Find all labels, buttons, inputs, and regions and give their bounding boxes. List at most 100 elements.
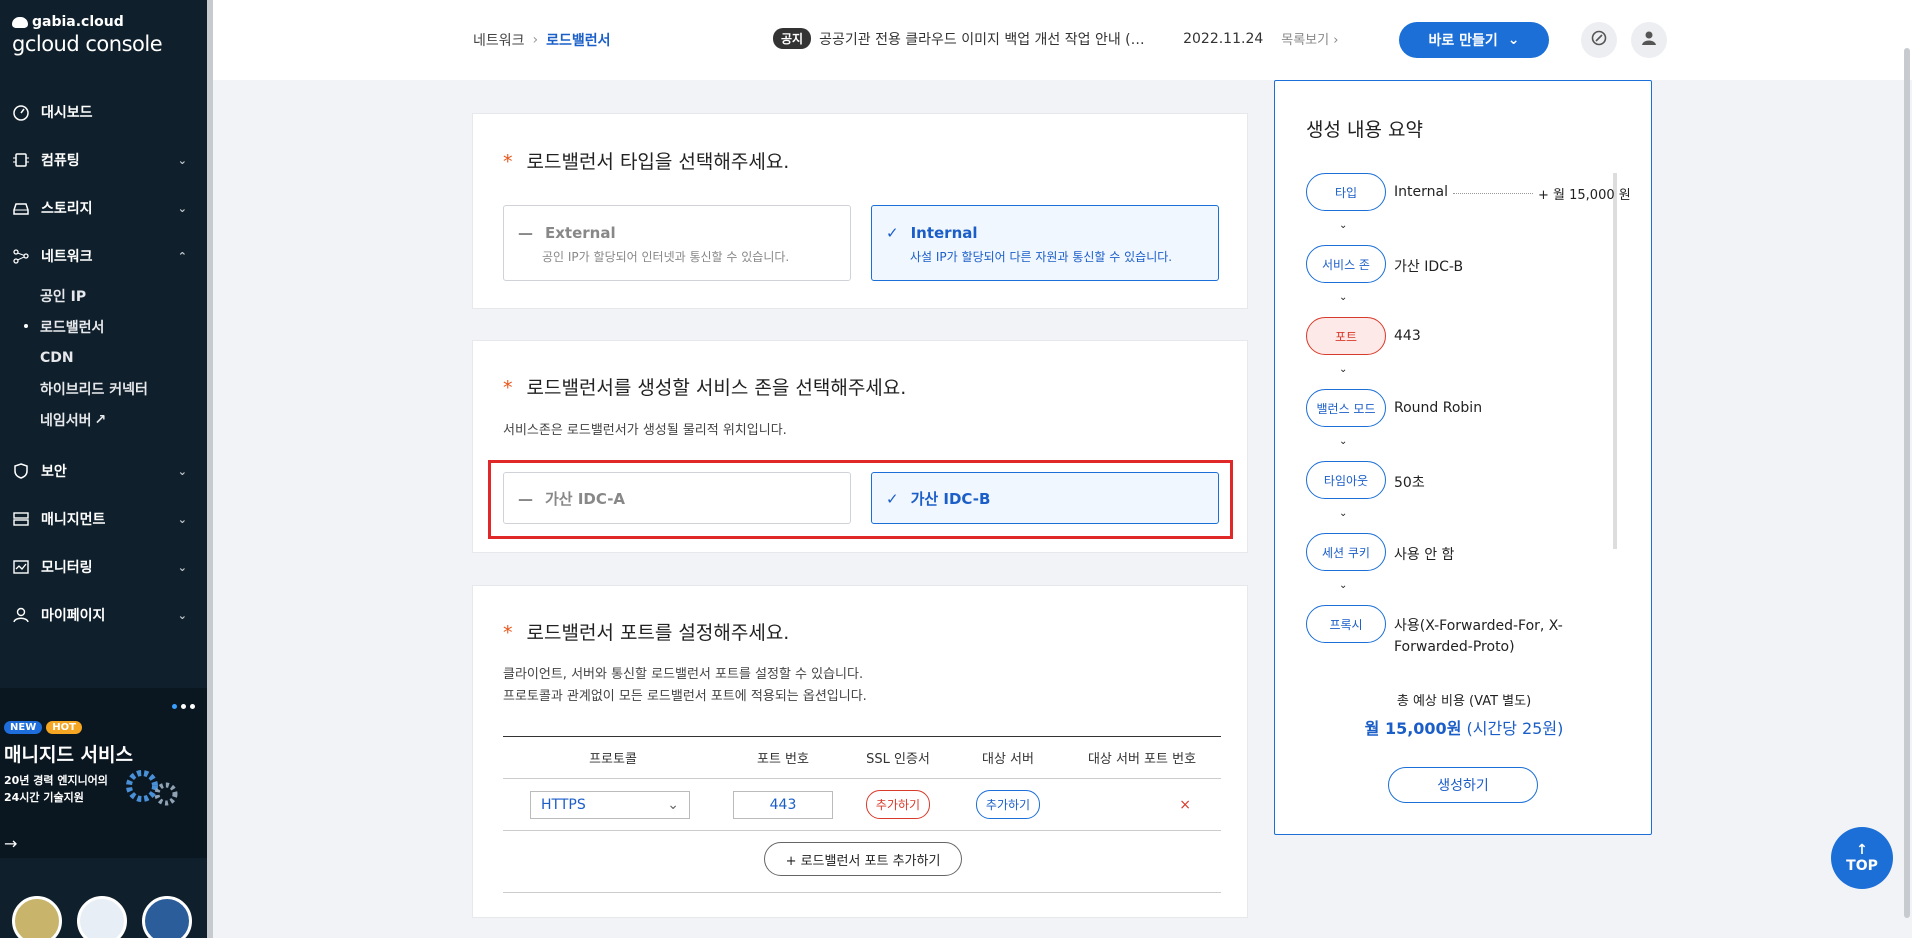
- profile-button[interactable]: [1631, 22, 1667, 58]
- dotted-leader: [1453, 193, 1533, 194]
- external-link-icon: ↗: [94, 411, 107, 428]
- option-desc: 사설 IP가 할당되어 다른 자원과 통신할 수 있습니다.: [910, 250, 1173, 264]
- sidebar-item-monitoring[interactable]: 모니터링 ⌄: [0, 543, 207, 591]
- sidebar-subitem-loadbalancer[interactable]: 로드밸런서: [24, 311, 207, 342]
- create-button[interactable]: 생성하기: [1388, 767, 1538, 803]
- sidebar-item-label: 마이페이지: [41, 608, 106, 624]
- sidebar-item-label: 대시보드: [41, 105, 93, 121]
- user-icon: [1640, 29, 1658, 51]
- sidebar-item-security[interactable]: 보안 ⌄: [0, 447, 207, 495]
- protocol-select[interactable]: HTTPS ⌄: [530, 790, 690, 819]
- column-header: 프로토콜: [503, 736, 723, 779]
- sidebar-item-network[interactable]: 네트워크 ⌃: [0, 232, 207, 280]
- page-scrollbar[interactable]: [1904, 48, 1910, 918]
- type-title-text: 로드밸런서 타입을 선택해주세요.: [526, 151, 790, 173]
- chevron-down-icon: ⌄: [177, 464, 187, 478]
- quick-create-button[interactable]: 바로 만들기 ⌄: [1399, 22, 1549, 58]
- sidebar-item-storage[interactable]: 스토리지 ⌄: [0, 184, 207, 232]
- step-value: 가산 IDC-B: [1394, 259, 1464, 275]
- sidebar-item-label: 모니터링: [41, 560, 93, 576]
- step-pill: 세션 쿠키: [1306, 533, 1386, 571]
- summary-step-proxy: 프록시 사용(X-Forwarded-For, X-Forwarded-Prot…: [1306, 605, 1626, 677]
- sidebar-item-computing[interactable]: 컴퓨팅 ⌄: [0, 136, 207, 184]
- chat-button[interactable]: [1581, 22, 1617, 58]
- sidebar-subitem-nameserver[interactable]: 네임서버 ↗: [40, 404, 207, 435]
- step-pill: 프록시: [1306, 605, 1386, 643]
- column-header: 포트 번호: [723, 736, 843, 779]
- sidebar-item-dashboard[interactable]: 대시보드: [0, 88, 207, 136]
- summary-step-timeout: 타임아웃 50초 ⌄: [1306, 461, 1626, 533]
- notice-more-link[interactable]: 목록보기 ›: [1281, 29, 1338, 48]
- step-value: 사용(X-Forwarded-For, X-Forwarded-Proto): [1394, 618, 1563, 655]
- step-value: Internal: [1394, 184, 1448, 200]
- type-option-external[interactable]: — External 공인 IP가 할당되어 인터넷과 통신할 수 있습니다.: [503, 205, 851, 281]
- logo[interactable]: gabia.cloud gcloud console: [12, 14, 163, 56]
- sidebar-subitem-hybrid-connector[interactable]: 하이브리드 커넥터: [40, 373, 207, 404]
- monitoring-icon: [12, 558, 30, 576]
- minus-icon: —: [518, 224, 533, 242]
- add-port-button[interactable]: + 로드밸런서 포트 추가하기: [764, 842, 962, 876]
- step-value: 사용 안 함: [1394, 547, 1455, 563]
- notice-text[interactable]: 공공기관 전용 클라우드 이미지 백업 개선 작업 안내 (…: [819, 29, 1169, 49]
- port-help-line: 프로토콜과 관계없이 모든 로드밸런서 포트에 적용되는 옵션입니다.: [503, 689, 867, 704]
- cloud-logo-icon: [12, 16, 28, 28]
- chevron-down-icon: ⌄: [1339, 220, 1348, 231]
- arrow-right-icon[interactable]: →: [4, 834, 17, 853]
- console-title: gcloud console: [12, 32, 163, 56]
- carousel-dots[interactable]: [172, 704, 195, 709]
- chat-icon: [1590, 29, 1608, 51]
- sidebar-nav: 대시보드 컴퓨팅 ⌄ 스토리지 ⌄ 네트워크 ⌃ 공인 IP 로드밸런서 CDN…: [0, 88, 207, 639]
- required-mark: *: [503, 622, 513, 644]
- sidebar-item-label: 보안: [41, 464, 67, 480]
- highlight-box: [488, 460, 1233, 539]
- promo-desc-line: 24시간 기술지원: [4, 791, 84, 804]
- type-option-internal[interactable]: ✓ Internal 사설 IP가 할당되어 다른 자원과 통신할 수 있습니다.: [871, 205, 1219, 281]
- target-server-add-button[interactable]: 추가하기: [975, 790, 1041, 819]
- quick-create-label: 바로 만들기: [1428, 33, 1498, 49]
- breadcrumb-parent[interactable]: 네트워크: [473, 30, 525, 50]
- delete-row-icon[interactable]: ×: [1179, 797, 1191, 813]
- sidebar-item-management[interactable]: 매니지먼트 ⌄: [0, 495, 207, 543]
- breadcrumb: 네트워크 › 로드밸런서: [473, 30, 611, 50]
- brand-name: gabia.cloud: [32, 14, 124, 30]
- sidebar-subitem-cdn[interactable]: CDN: [40, 342, 207, 373]
- summary-step-port: 포트 443 ⌄: [1306, 317, 1626, 389]
- option-label: Internal: [910, 224, 978, 242]
- management-icon: [12, 510, 30, 528]
- port-title-text: 로드밸런서 포트를 설정해주세요.: [526, 622, 790, 644]
- scroll-top-button[interactable]: ↑ TOP: [1831, 827, 1893, 889]
- port-table: 프로토콜 포트 번호 SSL 인증서 대상 서버 대상 서버 포트 번호 HTT…: [503, 736, 1221, 831]
- sidebar: gabia.cloud gcloud console 대시보드 컴퓨팅 ⌄ 스토…: [0, 0, 207, 938]
- check-icon: ✓: [886, 224, 899, 242]
- step-value: Round Robin: [1394, 400, 1483, 416]
- column-header: 대상 서버 포트 번호: [1063, 736, 1221, 779]
- zone-title-text: 로드밸런서를 생성할 서비스 존을 선택해주세요.: [526, 377, 907, 399]
- network-icon: [12, 247, 30, 265]
- column-header: SSL 인증서: [843, 736, 953, 779]
- port-number-input[interactable]: 443: [733, 790, 833, 819]
- divider: [503, 892, 1221, 893]
- dashboard-icon: [12, 103, 30, 121]
- port-section-title: * 로드밸런서 포트를 설정해주세요.: [503, 618, 789, 645]
- breadcrumb-current: 로드밸런서: [546, 33, 611, 49]
- zone-help: 서비스존은 로드밸런서가 생성될 물리적 위치입니다.: [503, 423, 787, 438]
- step-pill: 타입: [1306, 173, 1386, 211]
- port-section: * 로드밸런서 포트를 설정해주세요. 클라이언트, 서버와 통신할 로드밸런서 …: [472, 585, 1248, 918]
- table-header-row: 프로토콜 포트 번호 SSL 인증서 대상 서버 대상 서버 포트 번호: [503, 736, 1221, 779]
- promo-banner[interactable]: NEW HOT 매니지드 서비스 20년 경력 엔지니어의 24시간 기술지원 …: [0, 688, 207, 858]
- promo-desc-line: 20년 경력 엔지니어의: [4, 774, 108, 787]
- total-monthly: 월 15,000원: [1364, 719, 1462, 738]
- port-help: 클라이언트, 서버와 통신할 로드밸런서 포트를 설정할 수 있습니다. 프로토…: [503, 664, 867, 708]
- sidebar-subitem-public-ip[interactable]: 공인 IP: [40, 280, 207, 311]
- protocol-value: HTTPS: [541, 796, 586, 813]
- sidebar-scrollbar[interactable]: [207, 0, 213, 938]
- ssl-add-button[interactable]: 추가하기: [865, 790, 931, 819]
- table-row: HTTPS ⌄ 443 추가하기 추가하기 ×: [503, 778, 1221, 831]
- step-price: + 월 15,000 원: [1538, 188, 1631, 203]
- chevron-down-icon: ⌄: [177, 608, 187, 622]
- sidebar-item-label: 네트워크: [41, 249, 93, 265]
- chevron-up-icon: ⌃: [177, 249, 187, 263]
- option-label: External: [545, 224, 616, 242]
- sidebar-item-mypage[interactable]: 마이페이지 ⌄: [0, 591, 207, 639]
- notice-more-label: 목록보기: [1281, 33, 1330, 48]
